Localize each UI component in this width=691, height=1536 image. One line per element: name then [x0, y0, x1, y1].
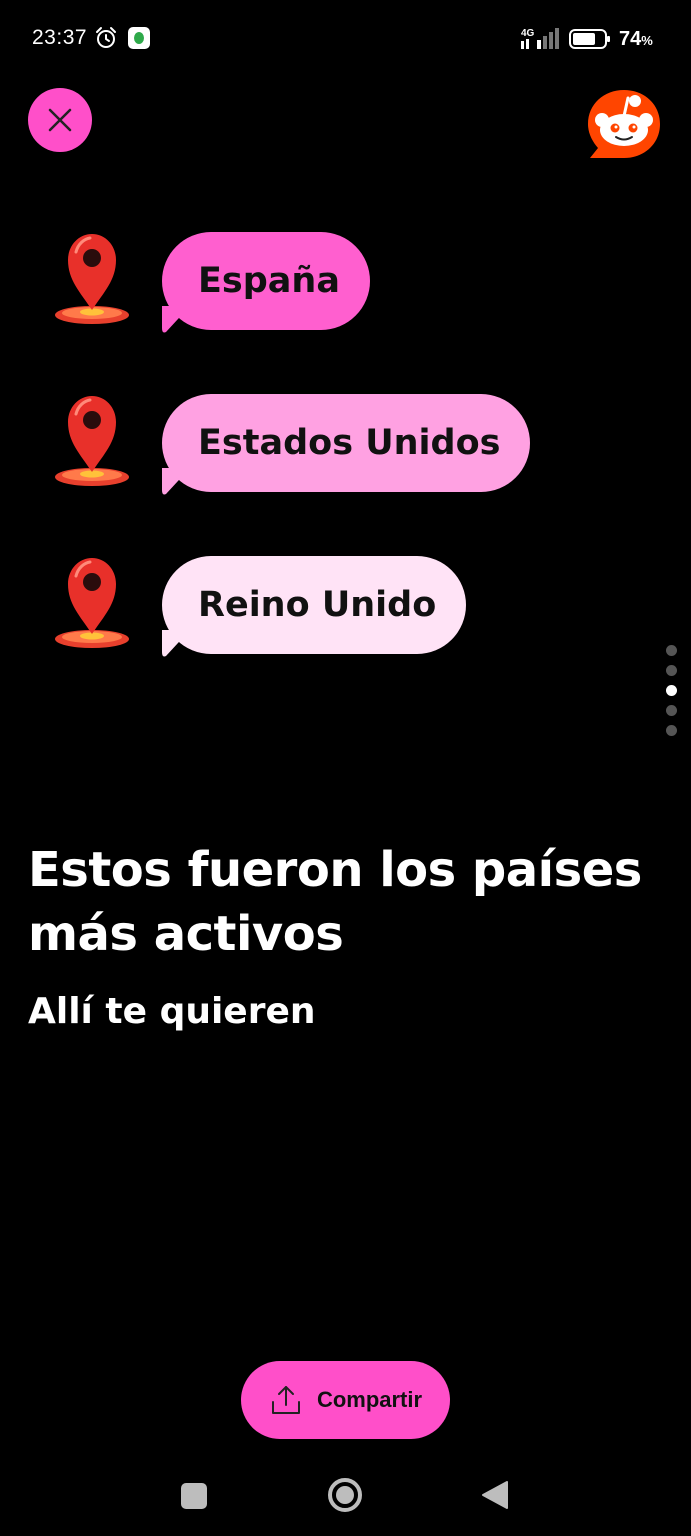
alarm-icon [96, 27, 116, 48]
country-name: Reino Unido [198, 585, 437, 625]
country-row-2: Estados Unidos [50, 390, 610, 500]
country-row-3: Reino Unido [50, 552, 610, 662]
country-bubble: España [162, 232, 370, 330]
location-pin-icon [55, 396, 129, 486]
page-dot[interactable] [666, 705, 677, 716]
share-button[interactable]: Compartir [241, 1361, 450, 1439]
location-pin-icon [55, 234, 129, 324]
recents-button[interactable] [181, 1483, 207, 1509]
status-bar: 23:37 4G 74% [0, 0, 691, 80]
country-bubble: Estados Unidos [162, 394, 531, 492]
page-dot-active[interactable] [666, 685, 677, 696]
close-button[interactable] [28, 88, 92, 152]
location-pin-icon [55, 558, 129, 648]
share-icon [271, 1386, 300, 1414]
battery-icon [569, 29, 610, 49]
system-nav-bar [0, 1456, 691, 1536]
status-time: 23:37 [32, 26, 88, 49]
reddit-logo [588, 90, 660, 158]
page-indicator [666, 645, 678, 736]
back-button[interactable] [481, 1480, 509, 1510]
country-bubble: Reino Unido [162, 556, 467, 654]
country-name: España [198, 261, 340, 301]
headline: Estos fueron los países más activos [28, 842, 642, 962]
page-dot[interactable] [666, 645, 677, 656]
network-type: 4G [521, 28, 535, 39]
subheadline: Allí te quieren [28, 991, 316, 1032]
app-notification-icon [128, 27, 150, 49]
share-label: Compartir [316, 1387, 423, 1412]
close-icon [48, 108, 72, 132]
battery-percent: 74% [619, 28, 653, 50]
page-dot[interactable] [666, 725, 677, 736]
home-button[interactable] [327, 1477, 363, 1513]
page-dot[interactable] [666, 665, 677, 676]
country-name: Estados Unidos [198, 423, 501, 463]
country-row-1: España [50, 228, 610, 338]
signal-icon: 4G [521, 28, 559, 49]
